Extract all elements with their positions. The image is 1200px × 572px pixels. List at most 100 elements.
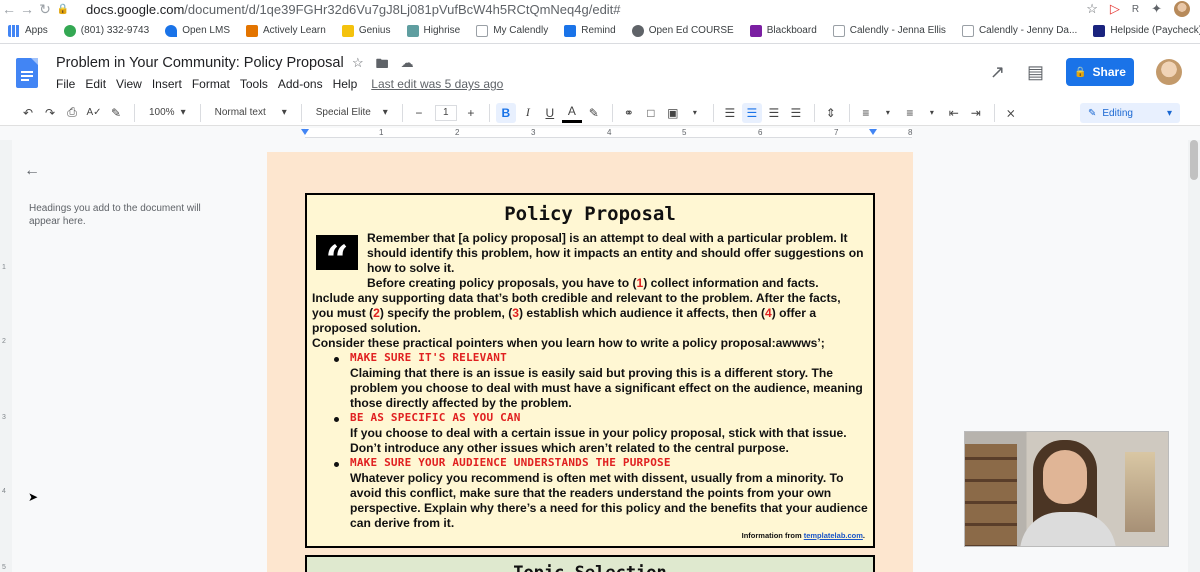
bookmark-remind[interactable]: Remind — [564, 24, 616, 37]
menu-help[interactable]: Help — [333, 77, 358, 91]
scrollbar-thumb[interactable] — [1190, 140, 1198, 180]
before-line: Before creating policy proposals, you ha… — [367, 276, 819, 290]
bullet-body-relevant: Claiming that there is an issue is easil… — [350, 366, 863, 410]
editing-mode-select[interactable]: ✎ Editing ▾ — [1080, 103, 1180, 123]
menu-file[interactable]: File — [56, 77, 75, 91]
reload-icon[interactable]: ↻ — [36, 1, 54, 18]
puzzle-icon[interactable]: ✦ — [1151, 1, 1162, 17]
right-indent-marker[interactable] — [869, 129, 877, 135]
bookmark-calendly-jenny[interactable]: Calendly - Jenny Da... — [961, 24, 1077, 37]
bookmark-open-lms[interactable]: Open LMS — [165, 24, 230, 37]
extension-icon[interactable]: ▷ — [1110, 1, 1120, 17]
align-center-icon[interactable]: ☰ — [741, 102, 762, 123]
bookmark-highrise[interactable]: Highrise — [406, 24, 460, 37]
al-icon — [246, 24, 258, 37]
bullet-heading-audience: MAKE SURE YOUR AUDIENCE UNDERSTANDS THE … — [350, 456, 671, 469]
chevron-down-icon: ▾ — [180, 107, 186, 118]
chevron-down-icon[interactable]: ▾ — [922, 103, 942, 123]
print-icon[interactable]: ⎙ — [62, 103, 82, 123]
source-link[interactable]: templatelab.com — [804, 531, 863, 540]
spellcheck-icon[interactable]: A✓ — [84, 103, 104, 123]
align-left-icon[interactable]: ☰ — [720, 103, 740, 123]
menu-edit[interactable]: Edit — [85, 77, 106, 91]
box-title: Policy Proposal — [504, 203, 676, 225]
source-credit: Information from templatelab.com. — [741, 531, 865, 540]
bookmark-genius[interactable]: Genius — [341, 24, 391, 37]
activity-trend-icon[interactable]: ↗ — [990, 62, 1005, 83]
chevron-down-icon[interactable]: ▾ — [878, 103, 898, 123]
webcam-video-overlay[interactable] — [964, 431, 1169, 547]
font-select[interactable]: Special Elite ▾ — [316, 107, 388, 118]
chevron-down-icon[interactable]: ▾ — [685, 103, 705, 123]
bookmark-calendly-jenna[interactable]: Calendly - Jenna Ellis — [832, 24, 946, 37]
highlight-icon[interactable]: ✎ — [584, 103, 604, 123]
highrise-icon — [406, 24, 419, 37]
apps-icon — [8, 24, 20, 37]
redo-icon[interactable]: ↷ — [40, 103, 60, 123]
last-edit-link[interactable]: Last edit was 5 days ago — [371, 77, 503, 91]
document-title[interactable]: Problem in Your Community: Policy Propos… — [56, 55, 344, 71]
quote-icon: “ — [316, 235, 358, 284]
link-icon[interactable]: ⚭ — [619, 103, 639, 123]
docs-logo-icon[interactable] — [16, 58, 38, 88]
profile-avatar[interactable] — [1174, 1, 1190, 17]
calendly-icon — [961, 24, 974, 37]
bookmark-my-calendly[interactable]: My Calendly — [476, 24, 548, 37]
bold-icon[interactable]: B — [495, 102, 516, 123]
style-select[interactable]: Normal text ▾ — [215, 107, 287, 118]
increase-font-size-icon[interactable]: + — [461, 103, 481, 123]
bookmark-actively-learn[interactable]: Actively Learn — [246, 24, 326, 37]
menu-format[interactable]: Format — [192, 77, 230, 91]
topic-selection-title: Topic Selection — [307, 563, 873, 572]
line-spacing-icon[interactable]: ⇕ — [821, 103, 841, 123]
decrease-font-size-icon[interactable]: − — [409, 103, 429, 123]
document-page[interactable]: Policy Proposal “ Remember that [a polic… — [267, 152, 913, 572]
calendly-icon — [476, 24, 489, 37]
bullet-body-specific: If you choose to deal with a certain iss… — [350, 426, 847, 455]
italic-icon[interactable]: I — [518, 103, 538, 123]
move-folder-icon[interactable]: 🖿 — [376, 55, 389, 77]
underline-icon[interactable]: U — [540, 103, 560, 123]
zoom-select[interactable]: 100% ▾ — [149, 107, 186, 118]
extension-r-icon[interactable]: R — [1132, 4, 1139, 15]
decrease-indent-icon[interactable]: ⇤ — [944, 103, 964, 123]
vertical-scrollbar[interactable] — [1188, 140, 1200, 572]
horizontal-ruler[interactable]: 1 2 3 4 5 6 7 8 — [0, 126, 1200, 140]
text-color-icon[interactable]: A — [561, 103, 582, 123]
numbered-list-icon[interactable]: ≡ — [856, 103, 876, 123]
forward-icon[interactable]: → — [18, 1, 36, 17]
solution-line: proposed solution. — [312, 321, 421, 335]
add-comment-icon[interactable]: □ — [641, 103, 661, 123]
clear-formatting-icon[interactable]: ⨯ — [1001, 103, 1021, 123]
undo-icon[interactable]: ↶ — [18, 103, 38, 123]
font-size-input[interactable]: 1 — [434, 104, 457, 121]
lock-icon[interactable]: 🔒 — [54, 4, 72, 15]
menu-insert[interactable]: Insert — [152, 77, 182, 91]
align-right-icon[interactable]: ☰ — [764, 103, 784, 123]
bookmark-open-ed[interactable]: Open Ed COURSE — [631, 24, 734, 37]
url-field[interactable]: docs.google.com/document/d/1qe39FGHr32d6… — [86, 2, 621, 17]
share-button[interactable]: 🔒 Share — [1066, 58, 1134, 86]
bookmark-helpside[interactable]: Helpside (Paycheck) — [1093, 24, 1200, 37]
bookmark-star-icon[interactable]: ☆ — [1086, 1, 1098, 17]
bookmark-apps[interactable]: Apps — [8, 24, 48, 37]
left-indent-marker[interactable] — [301, 129, 309, 135]
close-outline-icon[interactable]: ← — [24, 162, 40, 180]
bookmark-phone[interactable]: (801) 332-9743 — [63, 24, 149, 37]
url-path: /document/d/1qe39FGHr32d6Vu7gJ8Lj081pVuf… — [184, 1, 621, 17]
insert-image-icon[interactable]: ▣ — [663, 103, 683, 123]
justify-icon[interactable]: ☰ — [786, 103, 806, 123]
cloud-saved-icon[interactable]: ☁ — [401, 55, 414, 77]
menu-addons[interactable]: Add-ons — [278, 77, 323, 91]
paint-format-icon[interactable]: ✎ — [106, 103, 126, 123]
comments-icon[interactable]: ▤ — [1027, 62, 1044, 83]
bookmark-blackboard[interactable]: Blackboard — [749, 24, 817, 37]
bookshelf-image — [965, 444, 1017, 546]
increase-indent-icon[interactable]: ⇥ — [966, 103, 986, 123]
star-icon[interactable]: ☆ — [352, 55, 364, 77]
account-avatar[interactable] — [1156, 59, 1182, 85]
menu-tools[interactable]: Tools — [240, 77, 268, 91]
bulleted-list-icon[interactable]: ≡ — [900, 103, 920, 123]
back-icon[interactable]: ← — [0, 1, 18, 17]
menu-view[interactable]: View — [116, 77, 142, 91]
